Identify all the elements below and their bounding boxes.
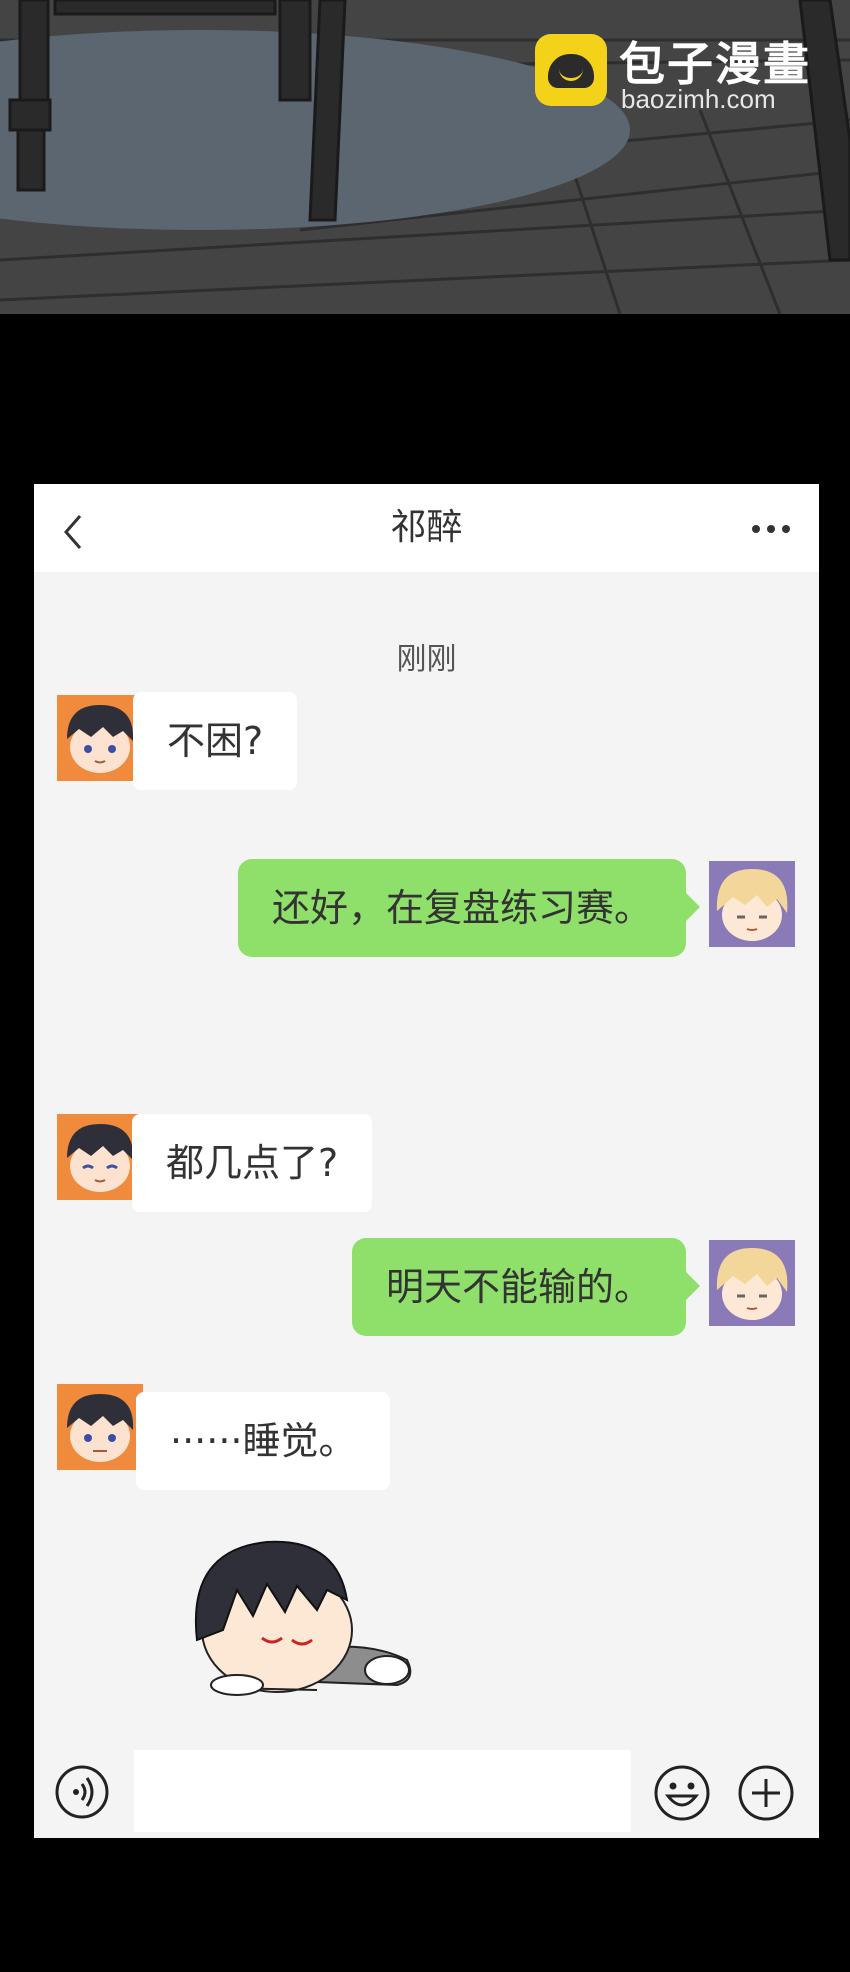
avatar-self[interactable] — [709, 861, 795, 947]
boy-avatar-icon — [57, 1114, 143, 1200]
comic-panel-scene: 包子漫畫 baozimh.com — [0, 0, 850, 314]
message-bubble-outgoing: 还好，在复盘练习赛。 — [238, 859, 701, 957]
message-bubble-incoming: 不困? — [133, 692, 298, 790]
chat-screen: 祁醉 刚刚 不困? 还好，在复盘练习赛。 都几点了? 明天不能输的。 ·····… — [34, 484, 819, 1838]
message-bubble-incoming: 都几点了? — [132, 1114, 373, 1212]
more-dots-icon[interactable] — [749, 522, 793, 536]
boy-avatar-icon — [57, 1384, 143, 1470]
input-bar — [34, 1738, 819, 1838]
baozi-logo-icon — [535, 34, 607, 106]
sleeping-boy-sticker — [194, 1540, 412, 1696]
emoji-icon[interactable] — [653, 1764, 711, 1822]
message-bubble-outgoing: 明天不能输的。 — [352, 1238, 701, 1336]
blonde-avatar-icon — [709, 861, 795, 947]
blonde-avatar-icon — [709, 1240, 795, 1326]
watermark: 包子漫畫 baozimh.com — [535, 30, 825, 115]
watermark-url: baozimh.com — [621, 84, 776, 114]
chat-title: 祁醉 — [390, 507, 463, 548]
message-input[interactable] — [134, 1750, 631, 1832]
voice-icon[interactable] — [54, 1764, 110, 1820]
boy-avatar-icon — [57, 695, 143, 781]
avatar-contact[interactable] — [57, 1114, 143, 1200]
avatar-contact[interactable] — [57, 1384, 143, 1470]
message-timestamp: 刚刚 — [396, 642, 457, 677]
avatar-contact[interactable] — [57, 695, 143, 781]
chat-header: 祁醉 — [34, 484, 819, 572]
message-bubble-incoming: ······睡觉。 — [136, 1392, 391, 1490]
avatar-self[interactable] — [709, 1240, 795, 1326]
plus-icon[interactable] — [737, 1764, 795, 1822]
